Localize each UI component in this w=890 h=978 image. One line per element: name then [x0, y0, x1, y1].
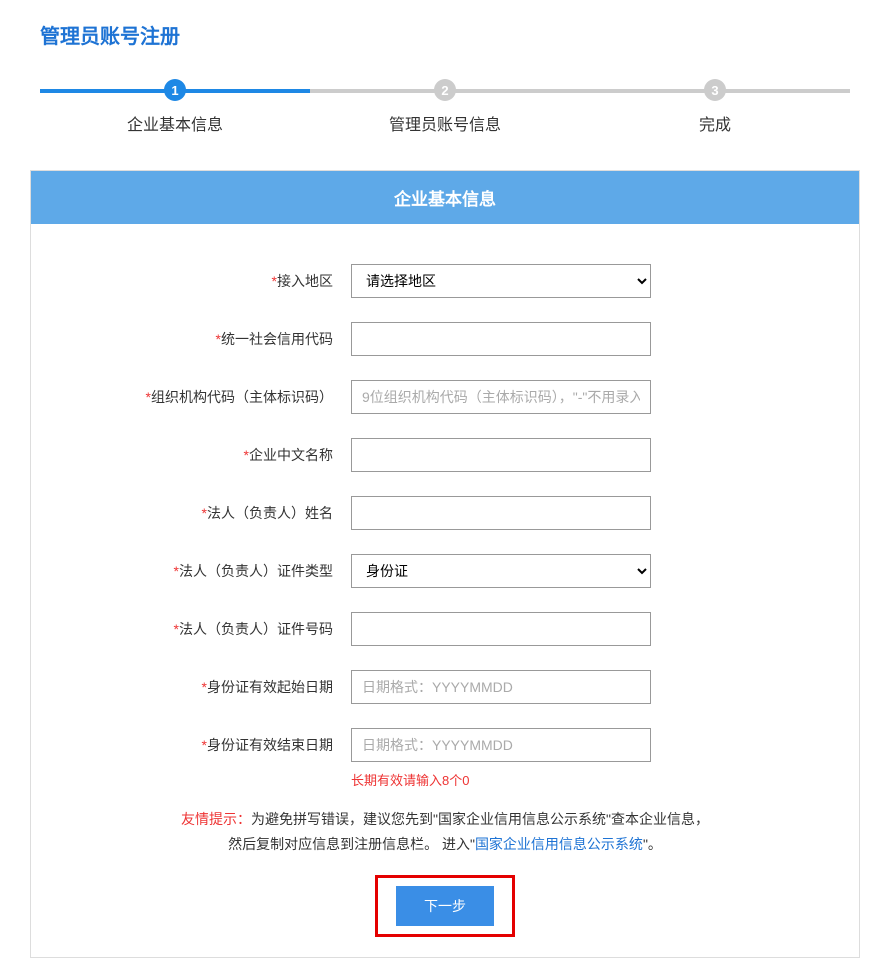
label-credit-code: *统一社会信用代码	[91, 329, 351, 349]
id-end-hint: 长期有效请输入8个0	[351, 770, 469, 789]
step-circle-1: 1	[164, 79, 186, 101]
legal-name-input[interactable]	[351, 496, 651, 530]
step-line	[40, 89, 175, 93]
step-line	[445, 89, 580, 93]
tip-text-1: 为避免拼写错误，建议您先到"国家企业信用信息公示系统"查本企业信息，	[251, 811, 709, 827]
step-3: 3 完成	[580, 79, 850, 135]
tip-section: 友情提示：为避免拼写错误，建议您先到"国家企业信用信息公示系统"查本企业信息， …	[91, 807, 799, 857]
form-header: 企业基本信息	[31, 171, 859, 224]
next-button[interactable]: 下一步	[396, 886, 494, 926]
step-1: 1 企业基本信息	[40, 79, 310, 135]
page-title: 管理员账号注册	[40, 20, 860, 49]
label-region: *接入地区	[91, 271, 351, 291]
step-line	[310, 89, 445, 93]
id-number-input[interactable]	[351, 612, 651, 646]
steps-container: 1 企业基本信息 2 管理员账号信息 3 完成	[30, 79, 860, 135]
form-container: 企业基本信息 *接入地区 请选择地区 *统一社会信用代码 *组织机构代码（主体标…	[30, 170, 860, 958]
highlight-box: 下一步	[375, 875, 515, 937]
credit-code-input[interactable]	[351, 322, 651, 356]
tip-text-2: 然后复制对应信息到注册信息栏。 进入"	[228, 836, 475, 852]
form-body: *接入地区 请选择地区 *统一社会信用代码 *组织机构代码（主体标识码） *企业…	[31, 224, 859, 957]
step-label-2: 管理员账号信息	[310, 111, 580, 135]
id-start-input[interactable]	[351, 670, 651, 704]
company-name-input[interactable]	[351, 438, 651, 472]
step-label-3: 完成	[580, 111, 850, 135]
step-line	[715, 89, 850, 93]
step-2: 2 管理员账号信息	[310, 79, 580, 135]
step-line	[580, 89, 715, 93]
label-legal-name: *法人（负责人）姓名	[91, 503, 351, 523]
id-type-select[interactable]: 身份证	[351, 554, 651, 588]
tip-label: 友情提示：	[181, 811, 251, 827]
tip-link[interactable]: 国家企业信用信息公示系统	[475, 836, 643, 852]
label-id-number: *法人（负责人）证件号码	[91, 619, 351, 639]
step-line	[175, 89, 310, 93]
step-label-1: 企业基本信息	[40, 111, 310, 135]
step-circle-2: 2	[434, 79, 456, 101]
region-select[interactable]: 请选择地区	[351, 264, 651, 298]
org-code-input[interactable]	[351, 380, 651, 414]
label-id-type: *法人（负责人）证件类型	[91, 561, 351, 581]
step-circle-3: 3	[704, 79, 726, 101]
label-id-end: *身份证有效结束日期	[91, 735, 351, 755]
label-company-name: *企业中文名称	[91, 445, 351, 465]
tip-text-3: "。	[643, 836, 662, 852]
label-org-code: *组织机构代码（主体标识码）	[91, 387, 351, 407]
label-id-start: *身份证有效起始日期	[91, 677, 351, 697]
id-end-input[interactable]	[351, 728, 651, 762]
